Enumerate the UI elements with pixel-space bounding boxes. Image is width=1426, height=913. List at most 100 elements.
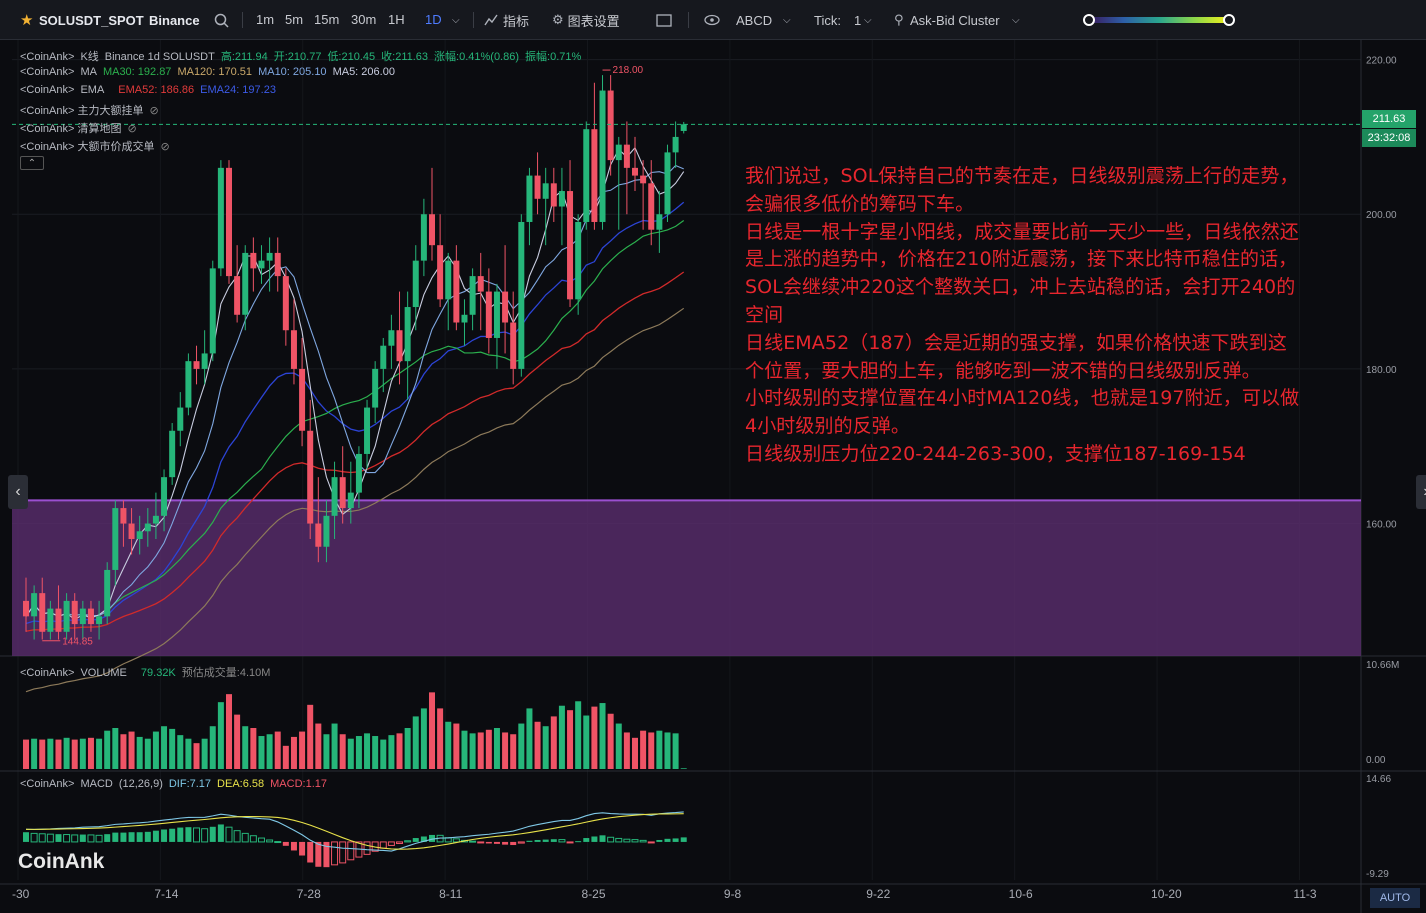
candle-body	[39, 593, 46, 632]
candle-body	[31, 593, 38, 617]
macd-histogram-bar	[307, 841, 314, 863]
indicator-chart-icon	[484, 14, 498, 26]
timeframe-1h[interactable]: 1H	[388, 12, 405, 27]
candle-body	[396, 330, 403, 362]
divider	[473, 12, 474, 28]
volume-bar	[79, 738, 86, 769]
cluster-mode-select[interactable]: Ask-Bid Cluster	[910, 0, 1000, 40]
macd-histogram-bar	[493, 841, 500, 844]
candle-body	[591, 129, 598, 222]
volume-bar	[209, 726, 216, 769]
volume-bar	[185, 738, 192, 769]
abcd-dropdown-icon[interactable]: ⌵	[783, 0, 791, 40]
candle-body	[380, 345, 387, 369]
candle-body	[79, 608, 86, 625]
volume-bar	[445, 721, 452, 769]
macd-histogram-bar	[290, 841, 297, 851]
legend-amplitude: 振幅:0.71%	[525, 51, 582, 63]
hidden-eye-icon[interactable]: ⊘	[160, 141, 169, 153]
volume-axis-top: 10.66M	[1366, 660, 1399, 671]
candle-body	[112, 508, 119, 570]
time-axis-label: 7-14	[154, 887, 178, 901]
heatmap-color-slider[interactable]	[1089, 17, 1229, 23]
hidden-eye-icon[interactable]: ⊘	[127, 123, 136, 135]
macd-histogram-bar	[23, 832, 29, 842]
candle-body	[623, 144, 630, 168]
big-orders-legend: <CoinAnk> 主力大额挂单 ⊘	[20, 102, 165, 118]
macd-histogram-bar	[128, 832, 135, 842]
timeframe-5m[interactable]: 5m	[285, 12, 303, 27]
macd-histogram-bar	[274, 841, 282, 844]
candle-body	[445, 260, 452, 300]
macd-histogram-bar	[575, 841, 582, 843]
indicators-button[interactable]: 指标	[484, 0, 529, 40]
macd-histogram-bar	[55, 834, 62, 842]
macd-histogram-bar	[550, 839, 557, 842]
scroll-left-button[interactable]: ‹	[8, 475, 28, 509]
volume-bar	[274, 731, 281, 769]
candle-body	[672, 136, 679, 153]
macd-histogram-bar	[477, 841, 485, 844]
candle-body	[648, 183, 655, 230]
volume-bar	[152, 731, 159, 769]
eye-icon[interactable]	[704, 0, 720, 40]
timeframe-15m[interactable]: 15m	[314, 12, 339, 27]
legend-source: <CoinAnk>	[20, 51, 75, 63]
collapse-legend-button[interactable]: ⌃	[20, 156, 44, 170]
fullscreen-icon[interactable]	[656, 0, 672, 40]
macd-histogram-bar	[485, 841, 492, 844]
volume-bar	[193, 743, 200, 769]
chart-settings-button[interactable]: ⚙ 图表设置	[552, 0, 620, 40]
cluster-icon: ⚲	[894, 12, 904, 27]
candle-body	[355, 453, 362, 493]
note-line: 日线EMA52（187）会是近期的强支撑，如果价格快速下跌到这	[745, 331, 1287, 354]
volume-legend: <CoinAnk> VOLUME 79.32K 预估成交量:4.10M	[20, 664, 276, 680]
volume-bar	[615, 723, 622, 769]
macd-histogram-bar	[591, 836, 598, 842]
tick-dropdown-icon[interactable]: ⌵	[864, 0, 872, 40]
candle-body	[177, 407, 184, 431]
macd-histogram-bar	[120, 832, 127, 842]
macd-histogram-bar	[680, 837, 687, 842]
candle-body	[599, 90, 606, 222]
candle-body	[201, 353, 208, 369]
auto-scale-button[interactable]: AUTO	[1370, 888, 1420, 908]
candle-body	[128, 523, 135, 540]
candle-body	[420, 214, 427, 261]
volume-bar	[128, 731, 135, 769]
scroll-right-button[interactable]: ›	[1416, 475, 1426, 509]
volume-bar	[388, 735, 395, 769]
candle-body	[169, 430, 176, 478]
search-icon[interactable]	[214, 0, 229, 40]
volume-bar	[485, 729, 492, 769]
volume-bar	[55, 739, 62, 769]
volume-bar	[282, 745, 289, 769]
candle-body	[469, 276, 476, 315]
volume-bar	[169, 728, 176, 769]
slider-handle-right[interactable]	[1223, 14, 1235, 26]
timeframe-1m[interactable]: 1m	[256, 12, 274, 27]
slider-handle-left[interactable]	[1083, 14, 1095, 26]
tick-value[interactable]: 1	[854, 0, 861, 40]
note-line: 日线级别压力位220-244-263-300，支撑位187-169-154	[745, 442, 1246, 465]
volume-bar	[583, 715, 590, 769]
legend-low: 低:210.45	[327, 51, 376, 63]
abcd-pattern-toggle[interactable]: ABCD	[736, 0, 772, 40]
volume-bar	[429, 692, 435, 769]
favorite-star-icon[interactable]: ★	[20, 0, 33, 40]
legend-close: 收:211.63	[381, 51, 429, 63]
timeframe-30m[interactable]: 30m	[351, 12, 376, 27]
macd-axis-top: 14.66	[1366, 774, 1391, 785]
volume-bar	[299, 731, 306, 769]
cluster-dropdown-icon[interactable]: ⌵	[1012, 0, 1020, 40]
symbol-name[interactable]: SOLUSDT_SPOT	[39, 0, 144, 40]
candle-body	[615, 144, 622, 161]
timeframe-1d[interactable]: 1D	[425, 12, 442, 27]
macd-histogram-bar	[542, 839, 549, 842]
volume-bar	[136, 736, 143, 769]
volume-bar	[575, 701, 582, 769]
volume-axis-bottom: 0.00	[1366, 755, 1386, 766]
hidden-eye-icon[interactable]: ⊘	[149, 105, 158, 117]
low-marker-label: 144.85	[62, 637, 93, 648]
timeframe-dropdown-icon[interactable]: ⌵	[452, 0, 460, 40]
